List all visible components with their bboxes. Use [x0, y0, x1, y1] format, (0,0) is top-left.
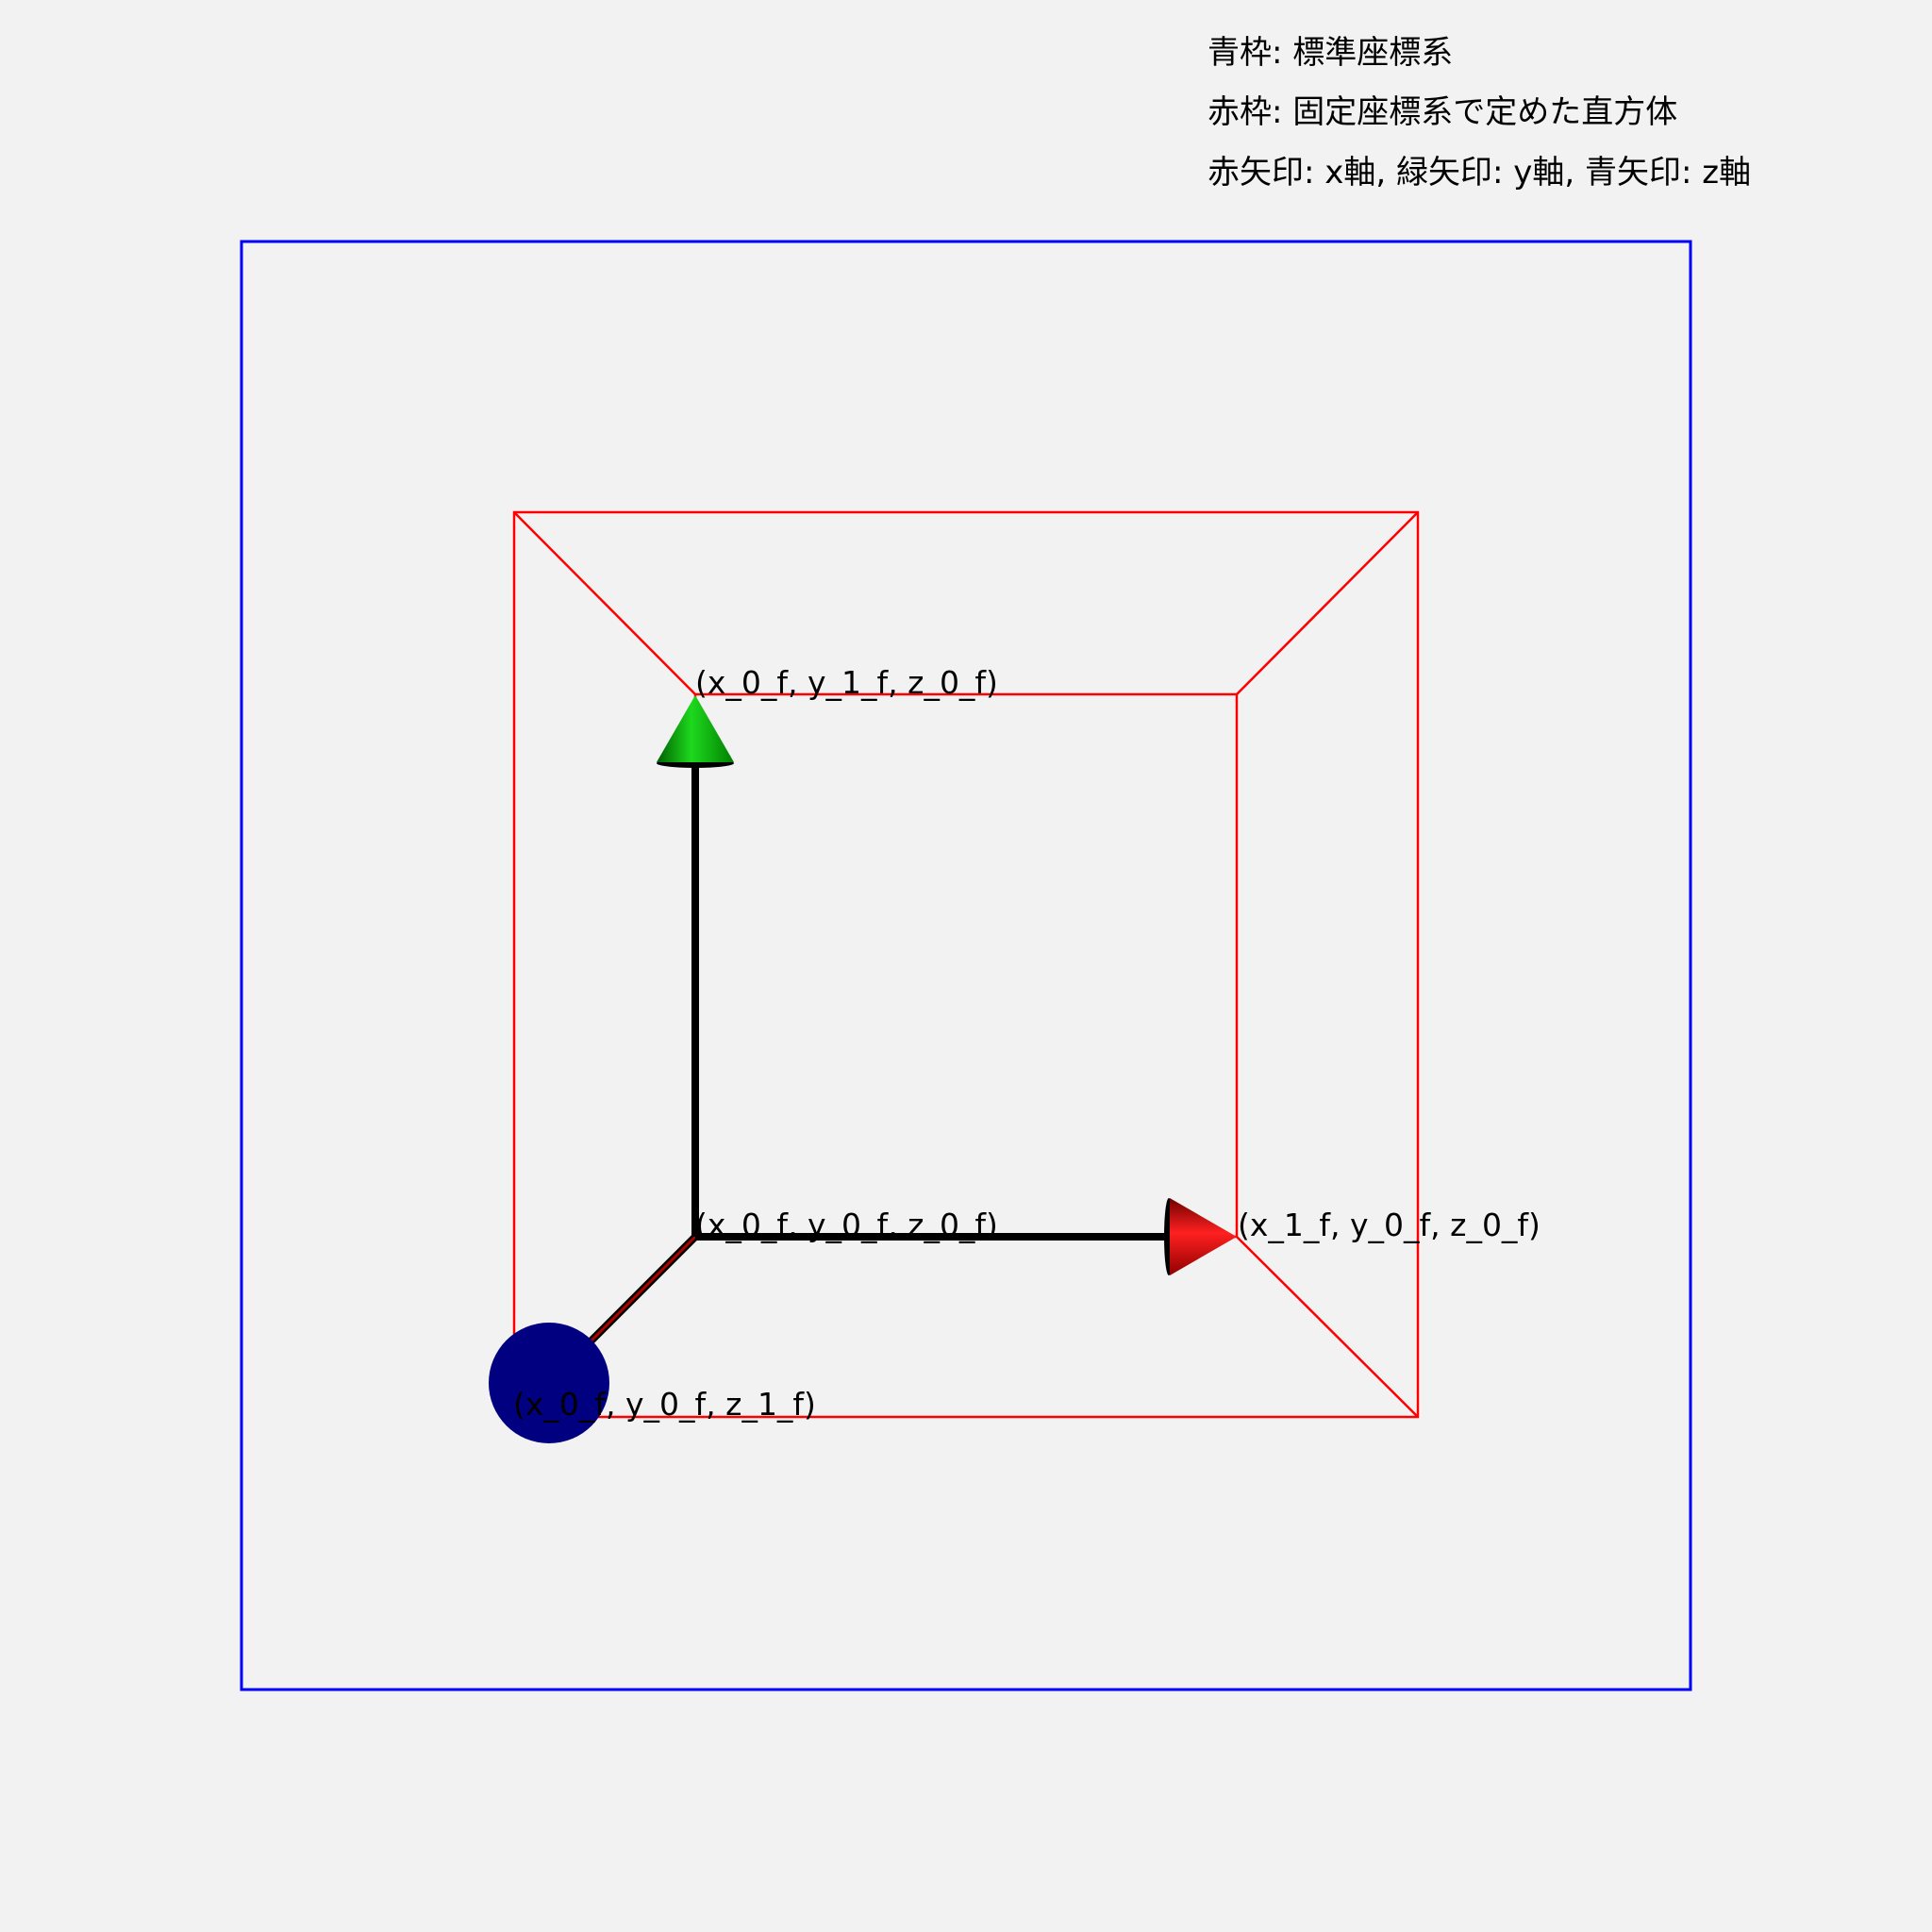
diagram-canvas: 青枠: 標準座標系 赤枠: 固定座標系で定めた直方体 赤矢印: x軸, 緑矢印:… [0, 0, 1932, 1932]
z-axis-head [489, 1323, 609, 1443]
diagram-svg: (x_0_f, y_1_f, z_0_f) (x_0_f, y_0_f, z_0… [240, 240, 1692, 1691]
fixed-box-edge-br [1236, 1236, 1419, 1418]
label-origin: (x_0_f, y_0_f, z_0_f) [695, 1207, 998, 1243]
y-axis-head [657, 695, 734, 762]
fixed-box-back-face [693, 692, 1239, 1239]
z-axis-shaft-highlight [574, 1235, 697, 1358]
standard-frame [240, 240, 1692, 1691]
y-axis-arrow [657, 695, 734, 1237]
label-y-tip: (x_0_f, y_1_f, z_0_f) [695, 664, 998, 701]
fixed-box-edge-tl [513, 511, 696, 695]
fixed-box-edge-tr [1236, 511, 1419, 695]
label-x-tip: (x_1_f, y_0_f, z_0_f) [1238, 1207, 1541, 1243]
x-axis-head [1170, 1198, 1237, 1275]
label-z-tip: (x_0_f, y_0_f, z_1_f) [513, 1386, 816, 1423]
